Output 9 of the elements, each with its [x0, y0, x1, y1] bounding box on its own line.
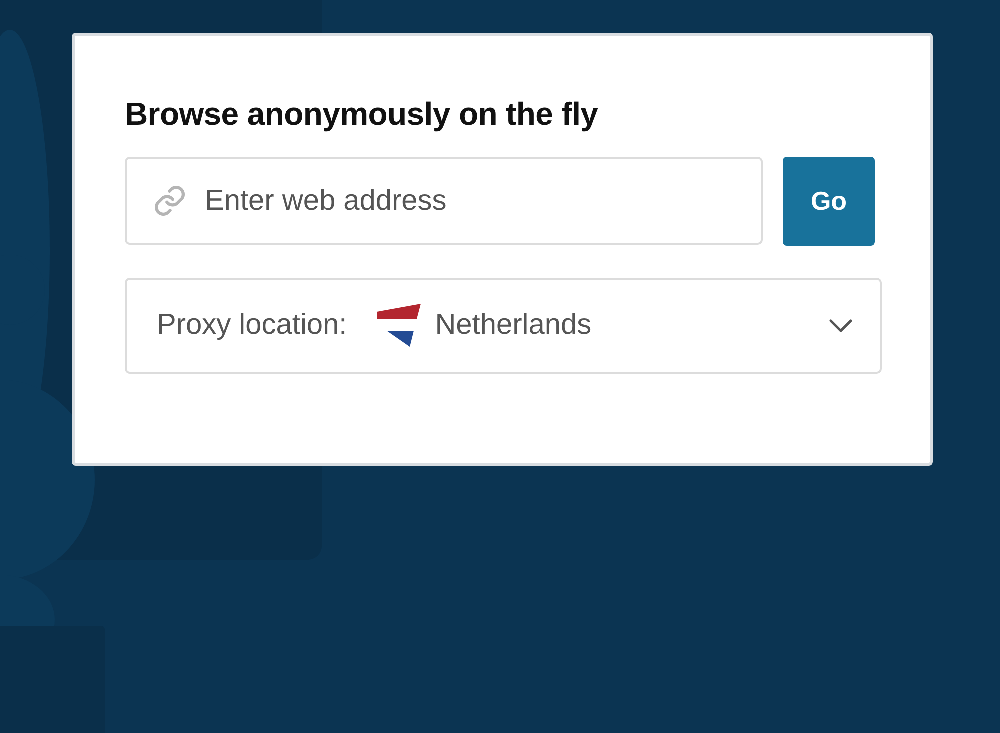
location-value: Netherlands — [435, 308, 592, 344]
address-field[interactable]: Enter web address — [125, 157, 763, 245]
location-label: Proxy location: — [157, 308, 348, 344]
flag-icon — [377, 304, 422, 348]
go-button[interactable]: Go — [783, 157, 875, 246]
card-title: Browse anonymously on the fly — [125, 95, 600, 134]
link-icon — [153, 184, 187, 218]
chevron-down-icon — [828, 318, 854, 334]
location-select[interactable]: Proxy location: Netherlands — [125, 278, 882, 374]
